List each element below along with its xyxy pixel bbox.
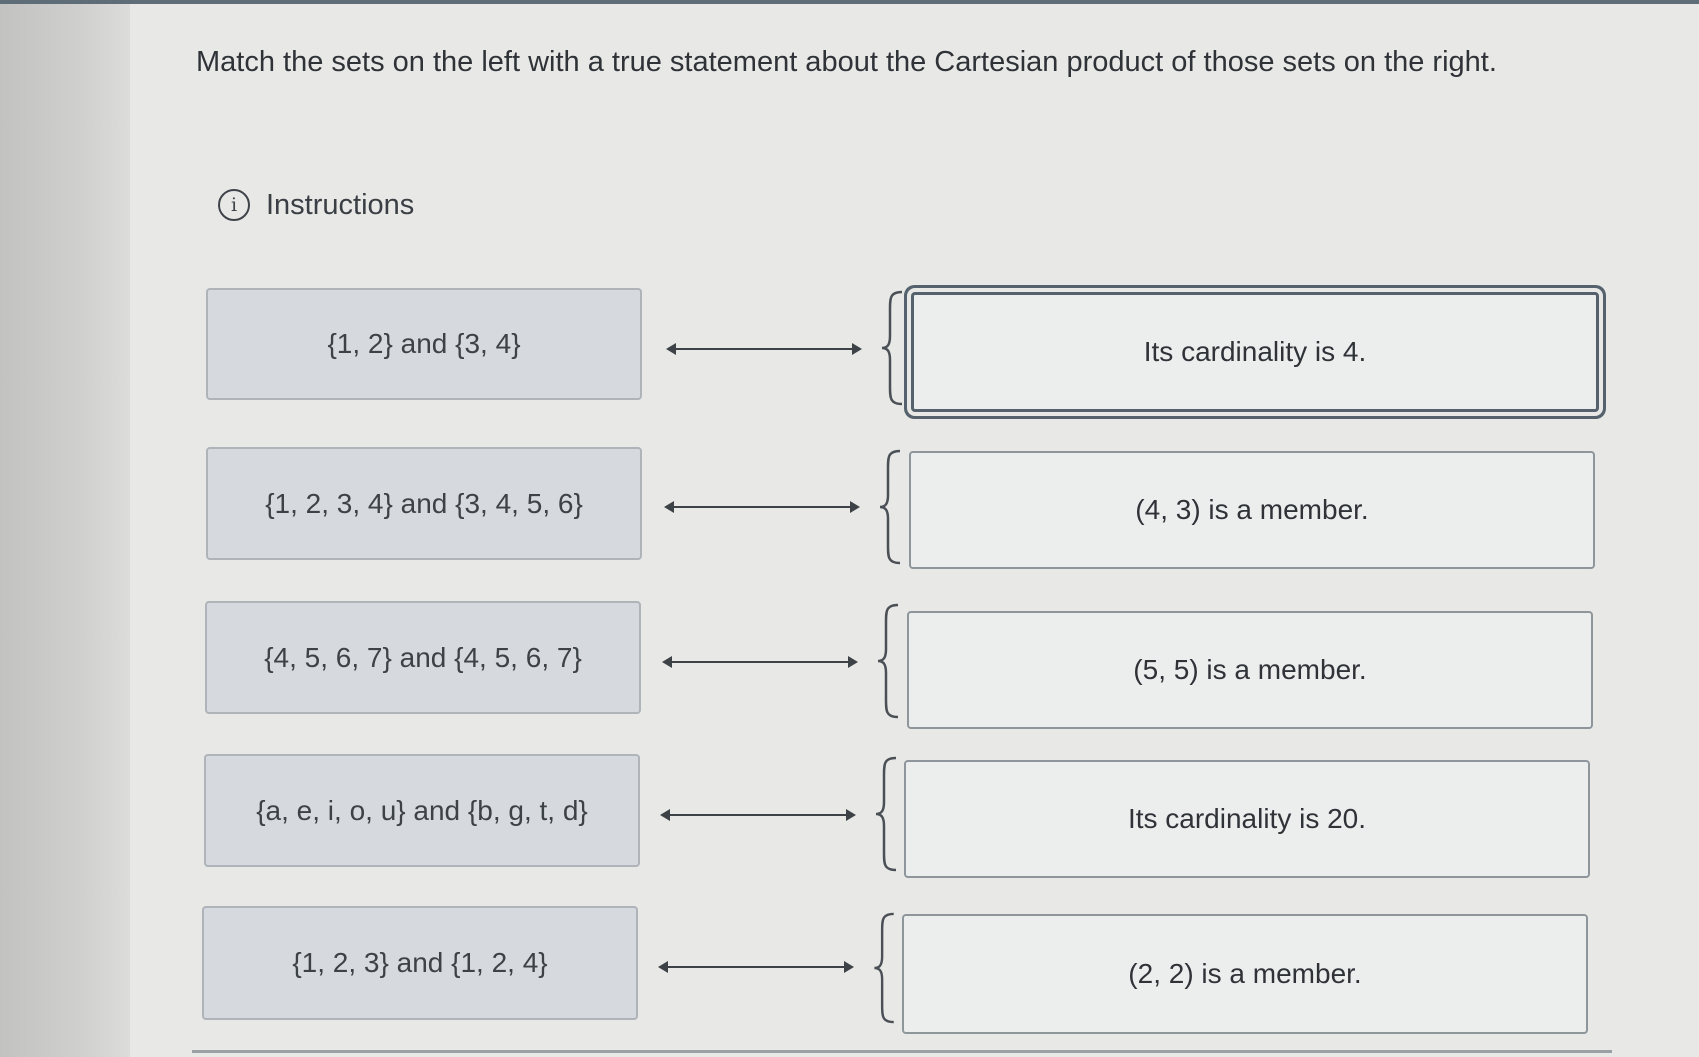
double-arrow-icon — [664, 501, 860, 513]
statement-card[interactable]: (5, 5) is a member. — [907, 611, 1593, 729]
left-brace-icon — [875, 756, 897, 872]
next-section-edge — [192, 1050, 1612, 1057]
match-row: {1, 2, 3} and {1, 2, 4} (2, 2) is a memb… — [0, 906, 1699, 1034]
info-icon: i — [218, 189, 250, 221]
set-pair-card[interactable]: {a, e, i, o, u} and {b, g, t, d} — [204, 754, 640, 867]
match-row: {4, 5, 6, 7} and {4, 5, 6, 7} (5, 5) is … — [0, 601, 1699, 729]
match-row: {1, 2, 3, 4} and {3, 4, 5, 6} (4, 3) is … — [0, 447, 1699, 569]
double-arrow-icon — [662, 656, 858, 668]
match-row: {a, e, i, o, u} and {b, g, t, d} Its car… — [0, 754, 1699, 878]
left-brace-icon — [879, 449, 901, 565]
set-pair-card[interactable]: {1, 2} and {3, 4} — [206, 288, 642, 400]
left-brace-icon — [874, 912, 894, 1024]
double-arrow-icon — [660, 809, 856, 821]
instructions-toggle[interactable]: i Instructions — [218, 185, 414, 225]
question-text: Match the sets on the left with a true s… — [196, 46, 1497, 78]
instructions-label: Instructions — [266, 188, 415, 221]
statement-card[interactable]: (2, 2) is a member. — [902, 914, 1588, 1034]
double-arrow-icon — [666, 343, 862, 355]
statement-card[interactable]: Its cardinality is 20. — [904, 760, 1590, 878]
statement-card[interactable]: Its cardinality is 4. — [911, 292, 1599, 412]
double-arrow-icon — [658, 961, 854, 973]
set-pair-card[interactable]: {1, 2, 3, 4} and {3, 4, 5, 6} — [206, 447, 642, 560]
left-brace-icon — [881, 290, 903, 406]
left-brace-icon — [877, 603, 899, 719]
statement-card[interactable]: (4, 3) is a member. — [909, 451, 1595, 569]
set-pair-card[interactable]: {1, 2, 3} and {1, 2, 4} — [202, 906, 638, 1020]
match-row: {1, 2} and {3, 4} Its cardinality is 4. — [0, 288, 1699, 412]
set-pair-card[interactable]: {4, 5, 6, 7} and {4, 5, 6, 7} — [205, 601, 641, 714]
